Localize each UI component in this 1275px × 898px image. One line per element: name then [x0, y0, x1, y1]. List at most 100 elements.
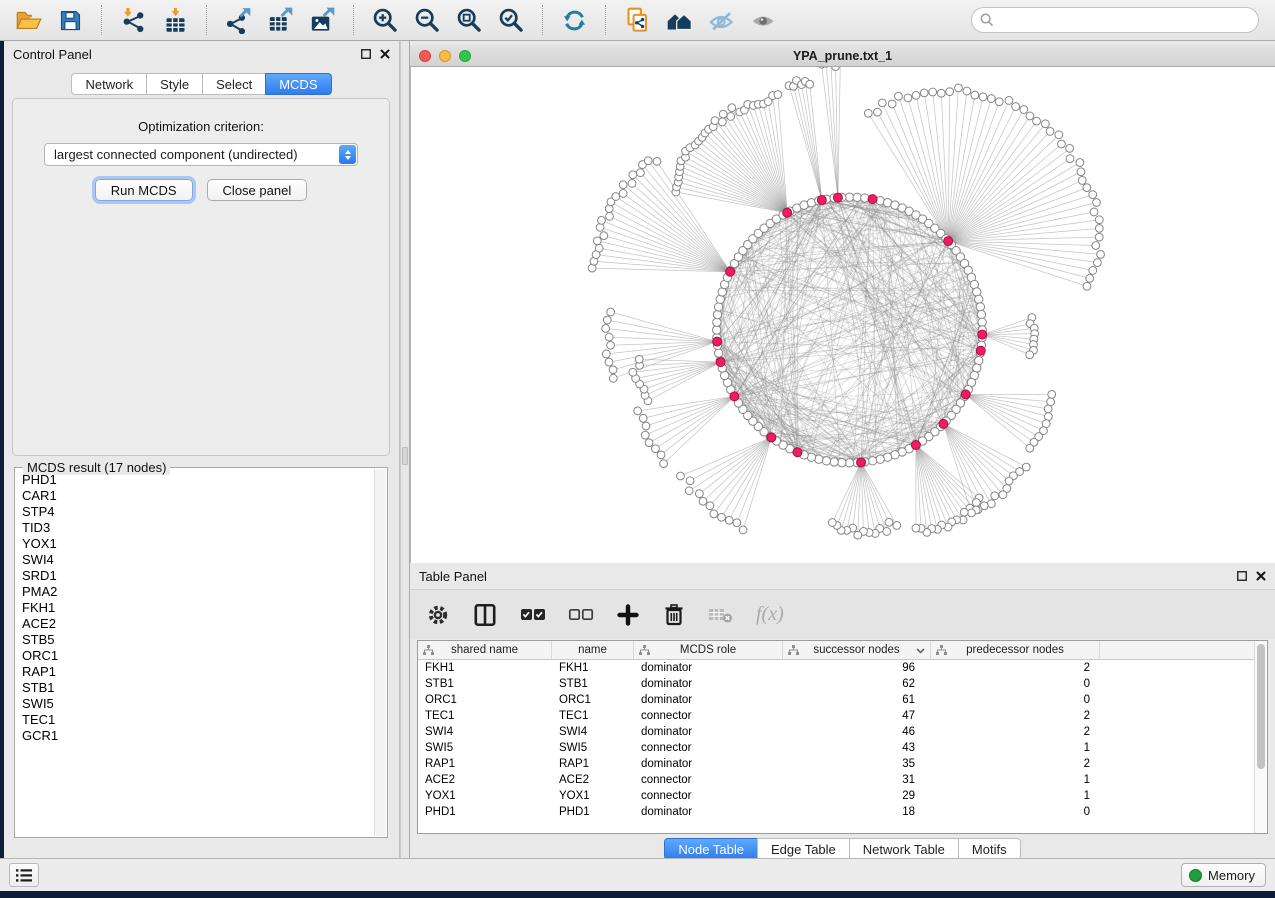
graph-node[interactable] [1095, 233, 1103, 241]
graph-node[interactable] [1026, 112, 1034, 120]
graph-node[interactable] [1058, 140, 1066, 148]
table-row-RAP1[interactable]: RAP1RAP1dominator352 [418, 756, 1267, 772]
graph-node[interactable] [1066, 155, 1074, 163]
mcds-hub-node[interactable] [730, 392, 739, 401]
mcds-result-item[interactable]: PHD1 [17, 472, 373, 488]
graph-node[interactable] [657, 451, 665, 459]
graph-node[interactable] [686, 477, 694, 485]
graph-node[interactable] [929, 88, 937, 96]
window-minimize-light[interactable] [439, 50, 451, 62]
tab-mcds[interactable]: MCDS [265, 73, 331, 95]
column-header-MCDS-role[interactable]: MCDS role [634, 641, 783, 659]
float-table-panel-icon[interactable] [1237, 571, 1247, 581]
export-network-icon[interactable] [220, 3, 256, 37]
graph-node[interactable] [1005, 477, 1013, 485]
graph-node[interactable] [1090, 208, 1098, 216]
table-scrollbar-thumb[interactable] [1257, 644, 1265, 769]
mcds-result-item[interactable]: SWI5 [17, 696, 373, 712]
graph-node[interactable] [963, 87, 971, 95]
graph-node[interactable] [830, 458, 838, 466]
mcds-hub-node[interactable] [817, 196, 826, 205]
graph-node[interactable] [1093, 199, 1101, 207]
first-neighbors-icon[interactable] [661, 3, 697, 37]
import-table-icon[interactable] [157, 3, 193, 37]
graph-node[interactable] [912, 524, 920, 532]
graph-node[interactable] [629, 368, 637, 376]
graph-node[interactable] [806, 80, 814, 88]
graph-node[interactable] [706, 502, 714, 510]
graph-node[interactable] [975, 295, 983, 303]
graph-node[interactable] [912, 91, 920, 99]
mcds-result-item[interactable]: STB1 [17, 680, 373, 696]
graph-node[interactable] [1078, 177, 1086, 185]
deselect-all-icon[interactable] [568, 600, 594, 630]
open-file-icon[interactable] [10, 3, 46, 37]
zoom-fit-icon[interactable] [451, 3, 487, 37]
select-all-icon[interactable] [520, 600, 546, 630]
graph-node[interactable] [885, 518, 893, 526]
mcds-result-item[interactable]: GCR1 [17, 728, 373, 744]
graph-node[interactable] [1076, 159, 1084, 167]
network-canvas[interactable] [410, 67, 1275, 563]
mcds-result-item[interactable]: STP4 [17, 504, 373, 520]
graph-node[interactable] [725, 516, 733, 524]
column-header-predecessor-nodes[interactable]: predecessor nodes [931, 641, 1100, 659]
window-maximize-light[interactable] [459, 50, 471, 62]
graph-node[interactable] [978, 318, 986, 326]
tab-network[interactable]: Network [71, 73, 147, 95]
mcds-hub-node[interactable] [911, 441, 920, 450]
mcds-result-item[interactable]: TEC1 [17, 712, 373, 728]
graph-node[interactable] [822, 457, 830, 465]
mcds-hub-node[interactable] [857, 458, 866, 467]
mcds-hub-node[interactable] [713, 337, 722, 346]
mcds-hub-node[interactable] [793, 448, 802, 457]
graph-node[interactable] [893, 522, 901, 530]
graph-node[interactable] [971, 91, 979, 99]
task-history-button[interactable] [9, 863, 39, 887]
graph-node[interactable] [920, 89, 928, 97]
table-row-TEC1[interactable]: TEC1TEC1connector472 [418, 708, 1267, 724]
graph-node[interactable] [629, 171, 637, 179]
graph-node[interactable] [972, 499, 980, 507]
graph-node[interactable] [1083, 184, 1091, 192]
mcds-hub-node[interactable] [939, 419, 948, 428]
graph-node[interactable] [1005, 97, 1013, 105]
graph-node[interactable] [634, 407, 642, 415]
graph-node[interactable] [874, 108, 882, 116]
graph-node[interactable] [979, 93, 987, 101]
graph-node[interactable] [598, 217, 606, 225]
mcds-result-item[interactable]: SWI4 [17, 552, 373, 568]
show-all-icon[interactable] [745, 3, 781, 37]
zoom-selected-icon[interactable] [493, 3, 529, 37]
import-network-icon[interactable] [115, 3, 151, 37]
mcds-result-item[interactable]: PMA2 [17, 584, 373, 600]
graph-node[interactable] [955, 84, 963, 92]
graph-node[interactable] [987, 500, 995, 508]
table-scrollbar[interactable] [1254, 641, 1267, 833]
graph-node[interactable] [714, 303, 722, 311]
table-row-SWI5[interactable]: SWI5SWI5connector431 [418, 740, 1267, 756]
graph-node[interactable] [641, 431, 649, 439]
graph-node[interactable] [619, 190, 627, 198]
graph-node[interactable] [713, 310, 721, 318]
graph-node[interactable] [968, 509, 976, 517]
zoom-out-icon[interactable] [409, 3, 445, 37]
graph-node[interactable] [719, 110, 727, 118]
graph-node[interactable] [895, 92, 903, 100]
show-columns-icon[interactable] [472, 600, 498, 630]
graph-node[interactable] [999, 491, 1007, 499]
graph-node[interactable] [828, 519, 836, 527]
delete-column-icon[interactable] [662, 600, 686, 630]
mcds-result-item[interactable]: CAR1 [17, 488, 373, 504]
graph-node[interactable] [718, 118, 726, 126]
graph-node[interactable] [995, 98, 1003, 106]
graph-node[interactable] [660, 460, 668, 468]
graph-node[interactable] [774, 91, 782, 99]
graph-node[interactable] [1083, 282, 1091, 290]
graph-node[interactable] [1041, 120, 1049, 128]
graph-node[interactable] [612, 193, 620, 201]
graph-node[interactable] [718, 513, 726, 521]
graph-node[interactable] [1089, 267, 1097, 275]
close-panel-icon[interactable] [380, 49, 390, 59]
tab-node-table[interactable]: Node Table [664, 838, 758, 860]
